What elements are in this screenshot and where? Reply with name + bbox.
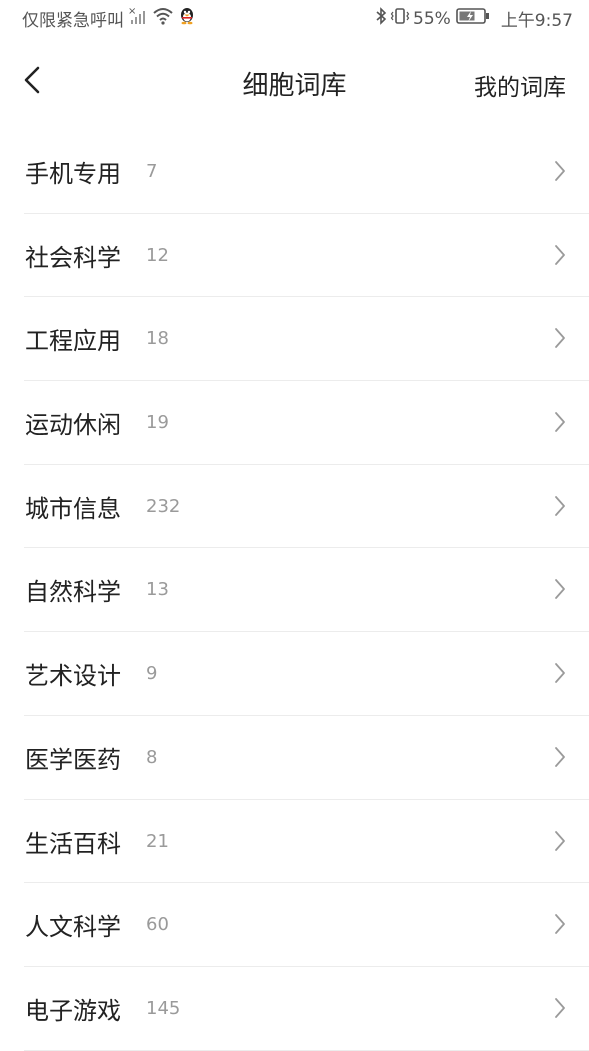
category-count: 7 <box>146 161 158 182</box>
category-label: 运动休闲 <box>25 411 121 440</box>
clock-time: 上午9:57 <box>500 11 573 31</box>
category-label: 医学医药 <box>25 745 121 774</box>
category-label: 自然科学 <box>25 578 121 607</box>
my-library-link[interactable]: 我的词库 <box>474 68 566 102</box>
category-count: 21 <box>146 830 169 852</box>
chevron-right-icon <box>553 662 567 684</box>
battery-icon <box>456 7 493 30</box>
category-label: 人文科学 <box>25 913 121 942</box>
category-count: 18 <box>146 328 169 350</box>
category-row[interactable]: 手机专用 7 <box>24 130 589 214</box>
qq-penguin-icon <box>174 6 196 31</box>
chevron-right-icon <box>553 913 567 935</box>
status-right: 55% 上午9:57 <box>375 6 573 31</box>
category-row[interactable]: 运动休闲 19 <box>24 381 589 465</box>
wifi-icon <box>148 6 174 31</box>
status-left: 仅限紧急呼叫 × <box>22 6 196 31</box>
category-row[interactable]: 社会科学 12 <box>24 214 589 298</box>
category-row[interactable]: 城市信息 232 <box>24 465 589 549</box>
category-list: 手机专用 7 社会科学 12 工程应用 18 运动休闲 19 城市信息 232 自然科学 13 艺术设计… <box>0 130 589 1051</box>
category-row[interactable]: 工程应用 18 <box>24 297 589 382</box>
category-row[interactable]: 生活百科 21 <box>24 800 589 884</box>
category-count: 12 <box>146 244 169 266</box>
vibrate-icon <box>390 6 413 31</box>
category-label: 艺术设计 <box>25 662 121 691</box>
category-row[interactable]: 自然科学 13 <box>24 548 589 633</box>
chevron-right-icon <box>553 578 567 600</box>
carrier-text: 仅限紧急呼叫 <box>22 11 124 31</box>
category-row[interactable]: 医学医药 8 <box>24 716 589 800</box>
category-count: 8 <box>146 746 158 768</box>
chevron-right-icon <box>553 746 567 768</box>
status-bar: 仅限紧急呼叫 × 55% 上午9:57 <box>0 0 589 36</box>
category-label: 工程应用 <box>25 327 121 356</box>
bluetooth-icon <box>375 6 390 31</box>
category-count: 9 <box>146 663 158 685</box>
svg-text:×: × <box>128 6 136 17</box>
chevron-right-icon <box>553 327 567 349</box>
category-row[interactable]: 电子游戏 145 <box>24 967 589 1051</box>
category-count: 13 <box>146 579 169 601</box>
chevron-right-icon <box>553 411 567 433</box>
category-count: 60 <box>146 914 169 936</box>
category-label: 生活百科 <box>25 829 121 858</box>
chevron-right-icon <box>553 830 567 852</box>
category-row[interactable]: 人文科学 60 <box>24 883 589 967</box>
category-count: 232 <box>146 495 181 517</box>
chevron-right-icon <box>553 997 567 1019</box>
chevron-right-icon <box>553 495 567 517</box>
nav-bar: 细胞词库 我的词库 <box>0 40 589 126</box>
category-label: 城市信息 <box>25 494 121 523</box>
category-row[interactable]: 艺术设计 9 <box>24 632 589 716</box>
no-signal-icon: × <box>124 6 148 31</box>
category-count: 19 <box>146 412 169 434</box>
chevron-right-icon <box>553 160 567 182</box>
battery-percent: 55% <box>413 8 451 29</box>
category-count: 145 <box>146 997 181 1019</box>
category-label: 手机专用 <box>25 160 121 188</box>
category-label: 社会科学 <box>25 243 121 272</box>
chevron-right-icon <box>553 244 567 266</box>
category-label: 电子游戏 <box>25 996 121 1025</box>
